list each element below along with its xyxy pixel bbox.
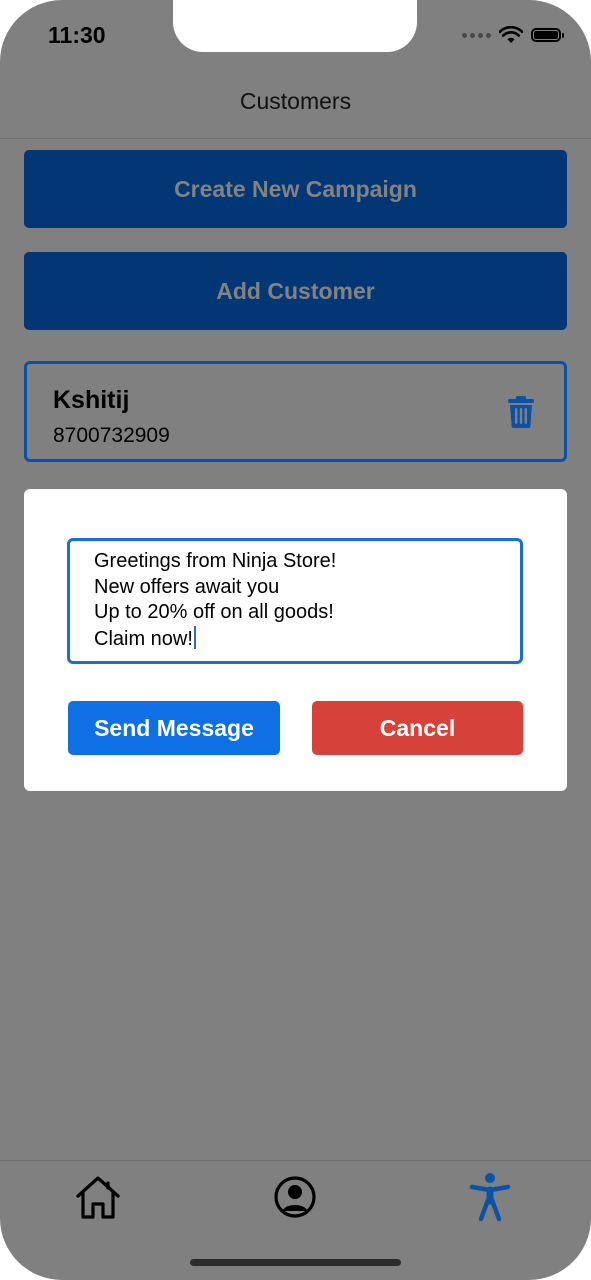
tab-accessibility[interactable] [466, 1173, 514, 1222]
customer-phone: 8700732909 [53, 424, 170, 447]
status-icons [462, 26, 564, 44]
app-screen: 11:30 Customers Create New Campaign Add … [0, 0, 591, 1280]
message-line: Claim now! [94, 627, 193, 650]
trash-icon[interactable] [508, 396, 534, 428]
tab-profile[interactable] [271, 1173, 319, 1221]
add-customer-button[interactable]: Add Customer [24, 252, 567, 330]
battery-icon [531, 28, 564, 42]
device-notch [173, 0, 417, 52]
message-modal: Greetings from Ninja Store! New offers a… [24, 489, 567, 791]
wifi-icon [499, 26, 523, 43]
home-indicator [190, 1259, 401, 1266]
status-time: 11:30 [48, 22, 106, 48]
message-line: Greetings from Ninja Store! [94, 550, 337, 572]
home-icon [76, 1176, 120, 1219]
text-cursor [193, 625, 196, 649]
tab-home[interactable] [74, 1173, 122, 1221]
tab-bar-divider [0, 1160, 591, 1161]
cellular-signal-icon [462, 32, 491, 38]
message-line: New offers await you [94, 575, 280, 598]
message-textarea[interactable]: Greetings from Ninja Store! New offers a… [67, 538, 523, 664]
send-message-button[interactable]: Send Message [68, 701, 280, 755]
cancel-button[interactable]: Cancel [312, 701, 523, 755]
customer-name: Kshitij [53, 386, 130, 414]
message-line: Up to 20% off on all goods! [94, 601, 334, 623]
customer-card[interactable]: Kshitij 8700732909 [24, 361, 567, 462]
accessibility-icon [469, 1173, 511, 1222]
create-campaign-button[interactable]: Create New Campaign [24, 150, 567, 228]
profile-icon [274, 1176, 316, 1218]
page-title: Customers [239, 88, 352, 114]
header-divider [0, 138, 591, 139]
